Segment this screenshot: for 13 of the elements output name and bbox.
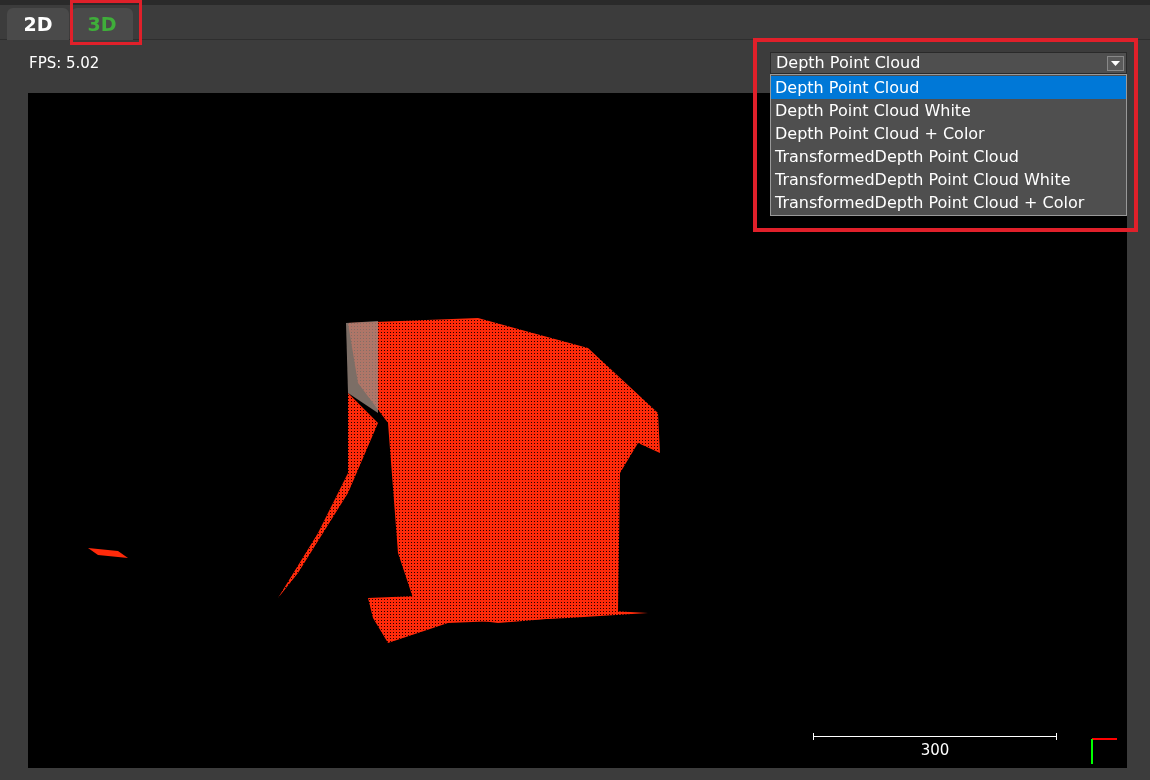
scale-bar-label: 300 <box>920 743 950 758</box>
view-mode-dropdown[interactable]: Depth Point Cloud <box>770 52 1127 74</box>
tab[interactable]: 2D <box>7 8 69 40</box>
fps-label: FPS: 5.02 <box>29 53 100 74</box>
dropdown-option[interactable]: TransformedDepth Point Cloud + Color <box>771 191 1126 214</box>
dropdown-option[interactable]: TransformedDepth Point Cloud <box>771 145 1126 168</box>
tab-highlight-frame <box>70 0 142 45</box>
dropdown-option[interactable]: Depth Point Cloud + Color <box>771 122 1126 145</box>
dropdown-option[interactable]: Depth Point Cloud <box>771 76 1126 99</box>
dropdown-option[interactable]: TransformedDepth Point Cloud White <box>771 168 1126 191</box>
axis-indicator-icon <box>1091 738 1117 764</box>
caret-icon <box>1107 55 1124 71</box>
dropdown-option[interactable]: Depth Point Cloud White <box>771 99 1126 122</box>
